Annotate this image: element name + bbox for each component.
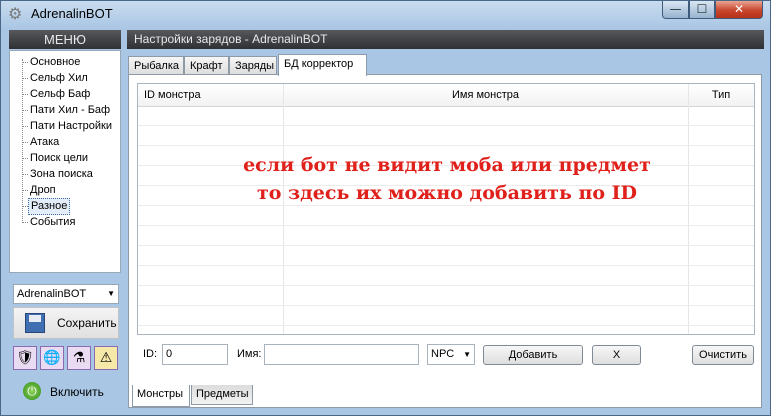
tree-tick [22,142,28,143]
maximize-button[interactable]: ☐ [689,1,715,19]
table-row [138,325,754,326]
tab-craft[interactable]: Крафт [184,56,229,75]
menu-tree: Основное Сельф Хил Сельф Баф Пати Хил - … [9,50,121,273]
menu-header: МЕНЮ [9,30,121,49]
col-monster-name[interactable]: Имя монстра [283,84,688,106]
id-label: ID: [143,348,158,360]
enable-label: Включить [50,385,104,399]
add-button[interactable]: Добавить [483,345,583,365]
menu-item-basic[interactable]: Основное [30,55,80,70]
table-header: ID монстра Имя монстра Тип [138,84,754,107]
tree-tick [22,174,28,175]
tab-monsters[interactable]: Монстры [132,385,190,407]
id-input[interactable]: 0 [162,344,228,365]
column-separator [283,84,284,334]
app-window: ⚙ AdrenalinBOT — ☐ ✕ МЕНЮ Основное Сельф… [0,0,771,416]
window-title: AdrenalinBOT [31,6,113,21]
section-title: Настройки зарядов - AdrenalinBOT [127,30,764,49]
menu-item-self-buff[interactable]: Сельф Баф [30,87,90,102]
floppy-disk-icon [25,313,45,333]
table-row [138,285,754,286]
save-label: Сохранить [57,316,117,330]
table-row [138,125,754,126]
menu-item-events[interactable]: События [30,215,75,230]
tab-charges[interactable]: Заряды [229,56,277,75]
menu-item-attack[interactable]: Атака [30,135,59,150]
quick-icons-row: 🛡 🌐 ⚗ ⚠ [13,346,119,371]
table-row [138,225,754,226]
column-separator [688,84,689,334]
name-label: Имя: [237,348,262,360]
power-icon: ⏻ [23,382,41,400]
annotation-line-1: если бот не видит моба или предмет [243,154,651,176]
type-select-value: NPC [431,348,455,360]
warning-icon[interactable]: ⚠ [94,346,118,370]
tab-items[interactable]: Предметы [191,385,253,405]
menu-item-party-settings[interactable]: Пати Настройки [30,119,112,134]
app-icon: ⚙ [8,4,23,23]
tab-db-corrector[interactable]: БД корректор [278,54,367,76]
table-row [138,265,754,266]
enable-button[interactable]: ⏻ Включить [13,377,119,407]
menu-item-drop[interactable]: Дроп [30,183,56,198]
potion-icon[interactable]: ⚗ [67,346,91,370]
save-button[interactable]: Сохранить [13,307,119,339]
globe-icon[interactable]: 🌐 [40,346,64,370]
menu-item-self-heal[interactable]: Сельф Хил [30,71,88,86]
menu-item-search-zone[interactable]: Зона поиска [30,167,93,182]
chevron-down-icon: ▼ [463,350,471,359]
table-row [138,305,754,306]
minimize-button[interactable]: — [662,1,689,19]
table-row [138,145,754,146]
monster-table[interactable]: ID монстра Имя монстра Тип если бот не в… [137,83,755,335]
shield-icon[interactable]: 🛡 [13,346,37,370]
tree-tick [22,158,28,159]
clear-button[interactable]: Очистить [692,345,754,365]
tree-connector [22,59,23,221]
table-row [138,245,754,246]
tree-tick [22,62,28,63]
chevron-down-icon: ▼ [107,289,115,298]
tree-tick [22,190,28,191]
name-input[interactable] [264,344,419,365]
tree-tick [22,94,28,95]
menu-item-party-heal-buff[interactable]: Пати Хил - Баф [30,103,110,118]
annotation-line-2: то здесь их можно добавить по ID [256,182,638,204]
col-monster-id[interactable]: ID монстра [144,84,201,106]
title-bar[interactable]: ⚙ AdrenalinBOT — ☐ ✕ [1,1,771,27]
tree-tick [22,126,28,127]
db-corrector-panel: ID монстра Имя монстра Тип если бот не в… [128,74,762,408]
tree-tick [22,78,28,79]
delete-button[interactable]: X [592,345,641,365]
menu-item-misc[interactable]: Разное [28,198,71,215]
tab-fishing[interactable]: Рыбалка [128,56,184,75]
type-select[interactable]: NPC ▼ [427,344,475,365]
menu-item-target-search[interactable]: Поиск цели [30,151,88,166]
profile-select-value: AdrenalinBOT [17,288,87,300]
col-type[interactable]: Тип [689,84,753,106]
profile-select[interactable]: AdrenalinBOT ▼ [13,284,119,304]
tree-tick [22,110,28,111]
tree-tick [22,222,28,223]
close-button[interactable]: ✕ [715,1,763,19]
add-entry-form: ID: 0 Имя: NPC ▼ Добавить X Очистить [137,341,755,369]
